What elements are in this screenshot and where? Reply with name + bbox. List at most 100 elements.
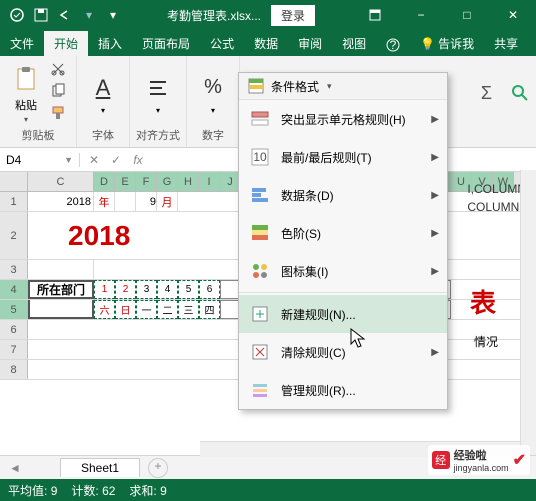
menu-header[interactable]: 条件格式 ▾	[239, 73, 447, 100]
fx-icon[interactable]: fx	[130, 153, 146, 167]
tab-insert[interactable]: 插入	[88, 31, 132, 56]
menu-item-highlight[interactable]: 突出显示单元格规则(H)▶	[239, 100, 447, 138]
format-painter-icon[interactable]	[50, 105, 70, 125]
row-header-3[interactable]: 3	[0, 260, 28, 279]
undo-icon[interactable]	[56, 6, 74, 24]
col-header-E[interactable]: E	[115, 172, 136, 191]
login-button[interactable]: 登录	[271, 5, 315, 26]
weekday-5[interactable]: 四	[199, 300, 220, 319]
menu-item-label: 数据条(D)	[281, 187, 334, 204]
row-header-4[interactable]: 4	[0, 280, 28, 299]
tab-file[interactable]: 文件	[0, 31, 44, 56]
weekday-2[interactable]: 一	[136, 300, 157, 319]
namebox-dropdown-icon[interactable]: ▼	[64, 155, 73, 165]
qat-more-icon[interactable]: ▾	[104, 6, 122, 24]
day-num-5[interactable]: 6	[199, 280, 220, 299]
cancel-formula-icon[interactable]: ✕	[86, 153, 102, 167]
paste-button[interactable]: 粘贴 ▾	[6, 63, 46, 124]
menu-item-top10[interactable]: 10最前/最后规则(T)▶	[239, 138, 447, 176]
select-all-corner[interactable]	[0, 172, 28, 191]
menu-item-clear[interactable]: 清除规则(C)▶	[239, 333, 447, 371]
title-left[interactable]: 2018	[28, 212, 228, 259]
close-icon[interactable]: ✕	[490, 0, 536, 30]
cell-C3[interactable]	[28, 260, 94, 279]
tab-tellme[interactable]: 💡告诉我	[410, 31, 484, 56]
row-header-6[interactable]: 6	[0, 320, 28, 339]
watermark-brand: 经验啦	[454, 447, 509, 463]
maximize-icon[interactable]: □	[444, 0, 490, 30]
manage-icon	[249, 379, 271, 401]
row-header-2[interactable]: 2	[0, 212, 28, 259]
row-header-7[interactable]: 7	[0, 340, 28, 359]
row-header-8[interactable]: 8	[0, 360, 28, 379]
menu-item-new[interactable]: 新建规则(N)...	[239, 295, 447, 333]
col-header-I[interactable]: I	[199, 172, 220, 191]
submenu-arrow-icon: ▶	[431, 228, 439, 239]
col-header-G[interactable]: G	[157, 172, 178, 191]
condfmt-icon	[247, 77, 265, 95]
row-header-1[interactable]: 1	[0, 192, 28, 211]
vertical-scrollbar[interactable]	[520, 170, 536, 455]
watermark-url: jingyanla.com	[454, 463, 509, 473]
ribbon-options-icon[interactable]	[352, 0, 398, 30]
tab-home[interactable]: 开始	[44, 31, 88, 56]
row3-right: 情况	[474, 333, 498, 350]
row-header-5[interactable]: 5	[0, 300, 28, 319]
weekday-1[interactable]: 日	[115, 300, 136, 319]
find-icon[interactable]	[510, 83, 530, 103]
weekday-4[interactable]: 三	[178, 300, 199, 319]
day-num-2[interactable]: 3	[136, 280, 157, 299]
sheet-tab[interactable]: Sheet1	[60, 458, 140, 477]
add-sheet-button[interactable]: +	[148, 458, 168, 478]
menu-item-colorscale[interactable]: 色阶(S)▶	[239, 214, 447, 252]
font-button[interactable]: A▾	[83, 72, 123, 115]
tab-layout[interactable]: 页面布局	[132, 31, 200, 56]
save-icon[interactable]	[32, 6, 50, 24]
cell-C1[interactable]: 2018	[28, 192, 94, 211]
clear-icon	[249, 341, 271, 363]
day-num-3[interactable]: 4	[157, 280, 178, 299]
cell-C5[interactable]	[28, 300, 94, 319]
col-header-D[interactable]: D	[94, 172, 115, 191]
autosave-toggle[interactable]	[8, 6, 26, 24]
day-num-1[interactable]: 2	[115, 280, 136, 299]
enter-formula-icon[interactable]: ✓	[108, 153, 124, 167]
cell-D1[interactable]: 年	[94, 192, 115, 211]
tab-review[interactable]: 审阅	[288, 31, 332, 56]
name-box[interactable]: D4 ▼	[0, 153, 80, 167]
group-align: ▾ 对齐方式	[130, 56, 187, 147]
number-button[interactable]: %▾	[193, 72, 233, 115]
tab-view[interactable]: 视图	[332, 31, 376, 56]
conditional-format-menu: 条件格式 ▾ 突出显示单元格规则(H)▶10最前/最后规则(T)▶数据条(D)▶…	[238, 72, 448, 410]
status-avg: 平均值: 9	[8, 482, 57, 499]
cell-F1[interactable]: 9	[136, 192, 157, 211]
cell-E1[interactable]	[115, 192, 136, 211]
weekday-3[interactable]: 二	[157, 300, 178, 319]
col-header-C[interactable]: C	[28, 172, 94, 191]
tab-help[interactable]: ?	[376, 34, 410, 56]
menu-item-label: 新建规则(N)...	[281, 306, 356, 323]
sum-icon[interactable]: Σ	[481, 83, 492, 104]
sheet-nav-prev[interactable]: ◄	[0, 461, 30, 475]
menu-item-databars[interactable]: 数据条(D)▶	[239, 176, 447, 214]
day-num-4[interactable]: 5	[178, 280, 199, 299]
cut-icon[interactable]	[50, 61, 70, 81]
cell-G1[interactable]: 月	[157, 192, 178, 211]
share-button[interactable]: 共享	[484, 31, 528, 56]
redo-dropdown-icon[interactable]: ▾	[80, 6, 98, 24]
align-button[interactable]: ▾	[138, 72, 178, 115]
col-header-H[interactable]: H	[178, 172, 199, 191]
col-header-F[interactable]: F	[136, 172, 157, 191]
tab-data[interactable]: 数据	[244, 31, 288, 56]
copy-icon[interactable]	[50, 83, 70, 103]
minimize-icon[interactable]: −	[398, 0, 444, 30]
weekday-0[interactable]: 六	[94, 300, 115, 319]
menu-item-iconset[interactable]: 图标集(I)▶	[239, 252, 447, 290]
day-num-0[interactable]: 1	[94, 280, 115, 299]
cell-dept[interactable]: 所在部门	[28, 280, 94, 299]
submenu-arrow-icon: ▶	[431, 114, 439, 125]
svg-text:10: 10	[253, 150, 267, 164]
tab-formulas[interactable]: 公式	[200, 31, 244, 56]
cell-reference: D4	[6, 153, 21, 167]
menu-item-manage[interactable]: 管理规则(R)...	[239, 371, 447, 409]
